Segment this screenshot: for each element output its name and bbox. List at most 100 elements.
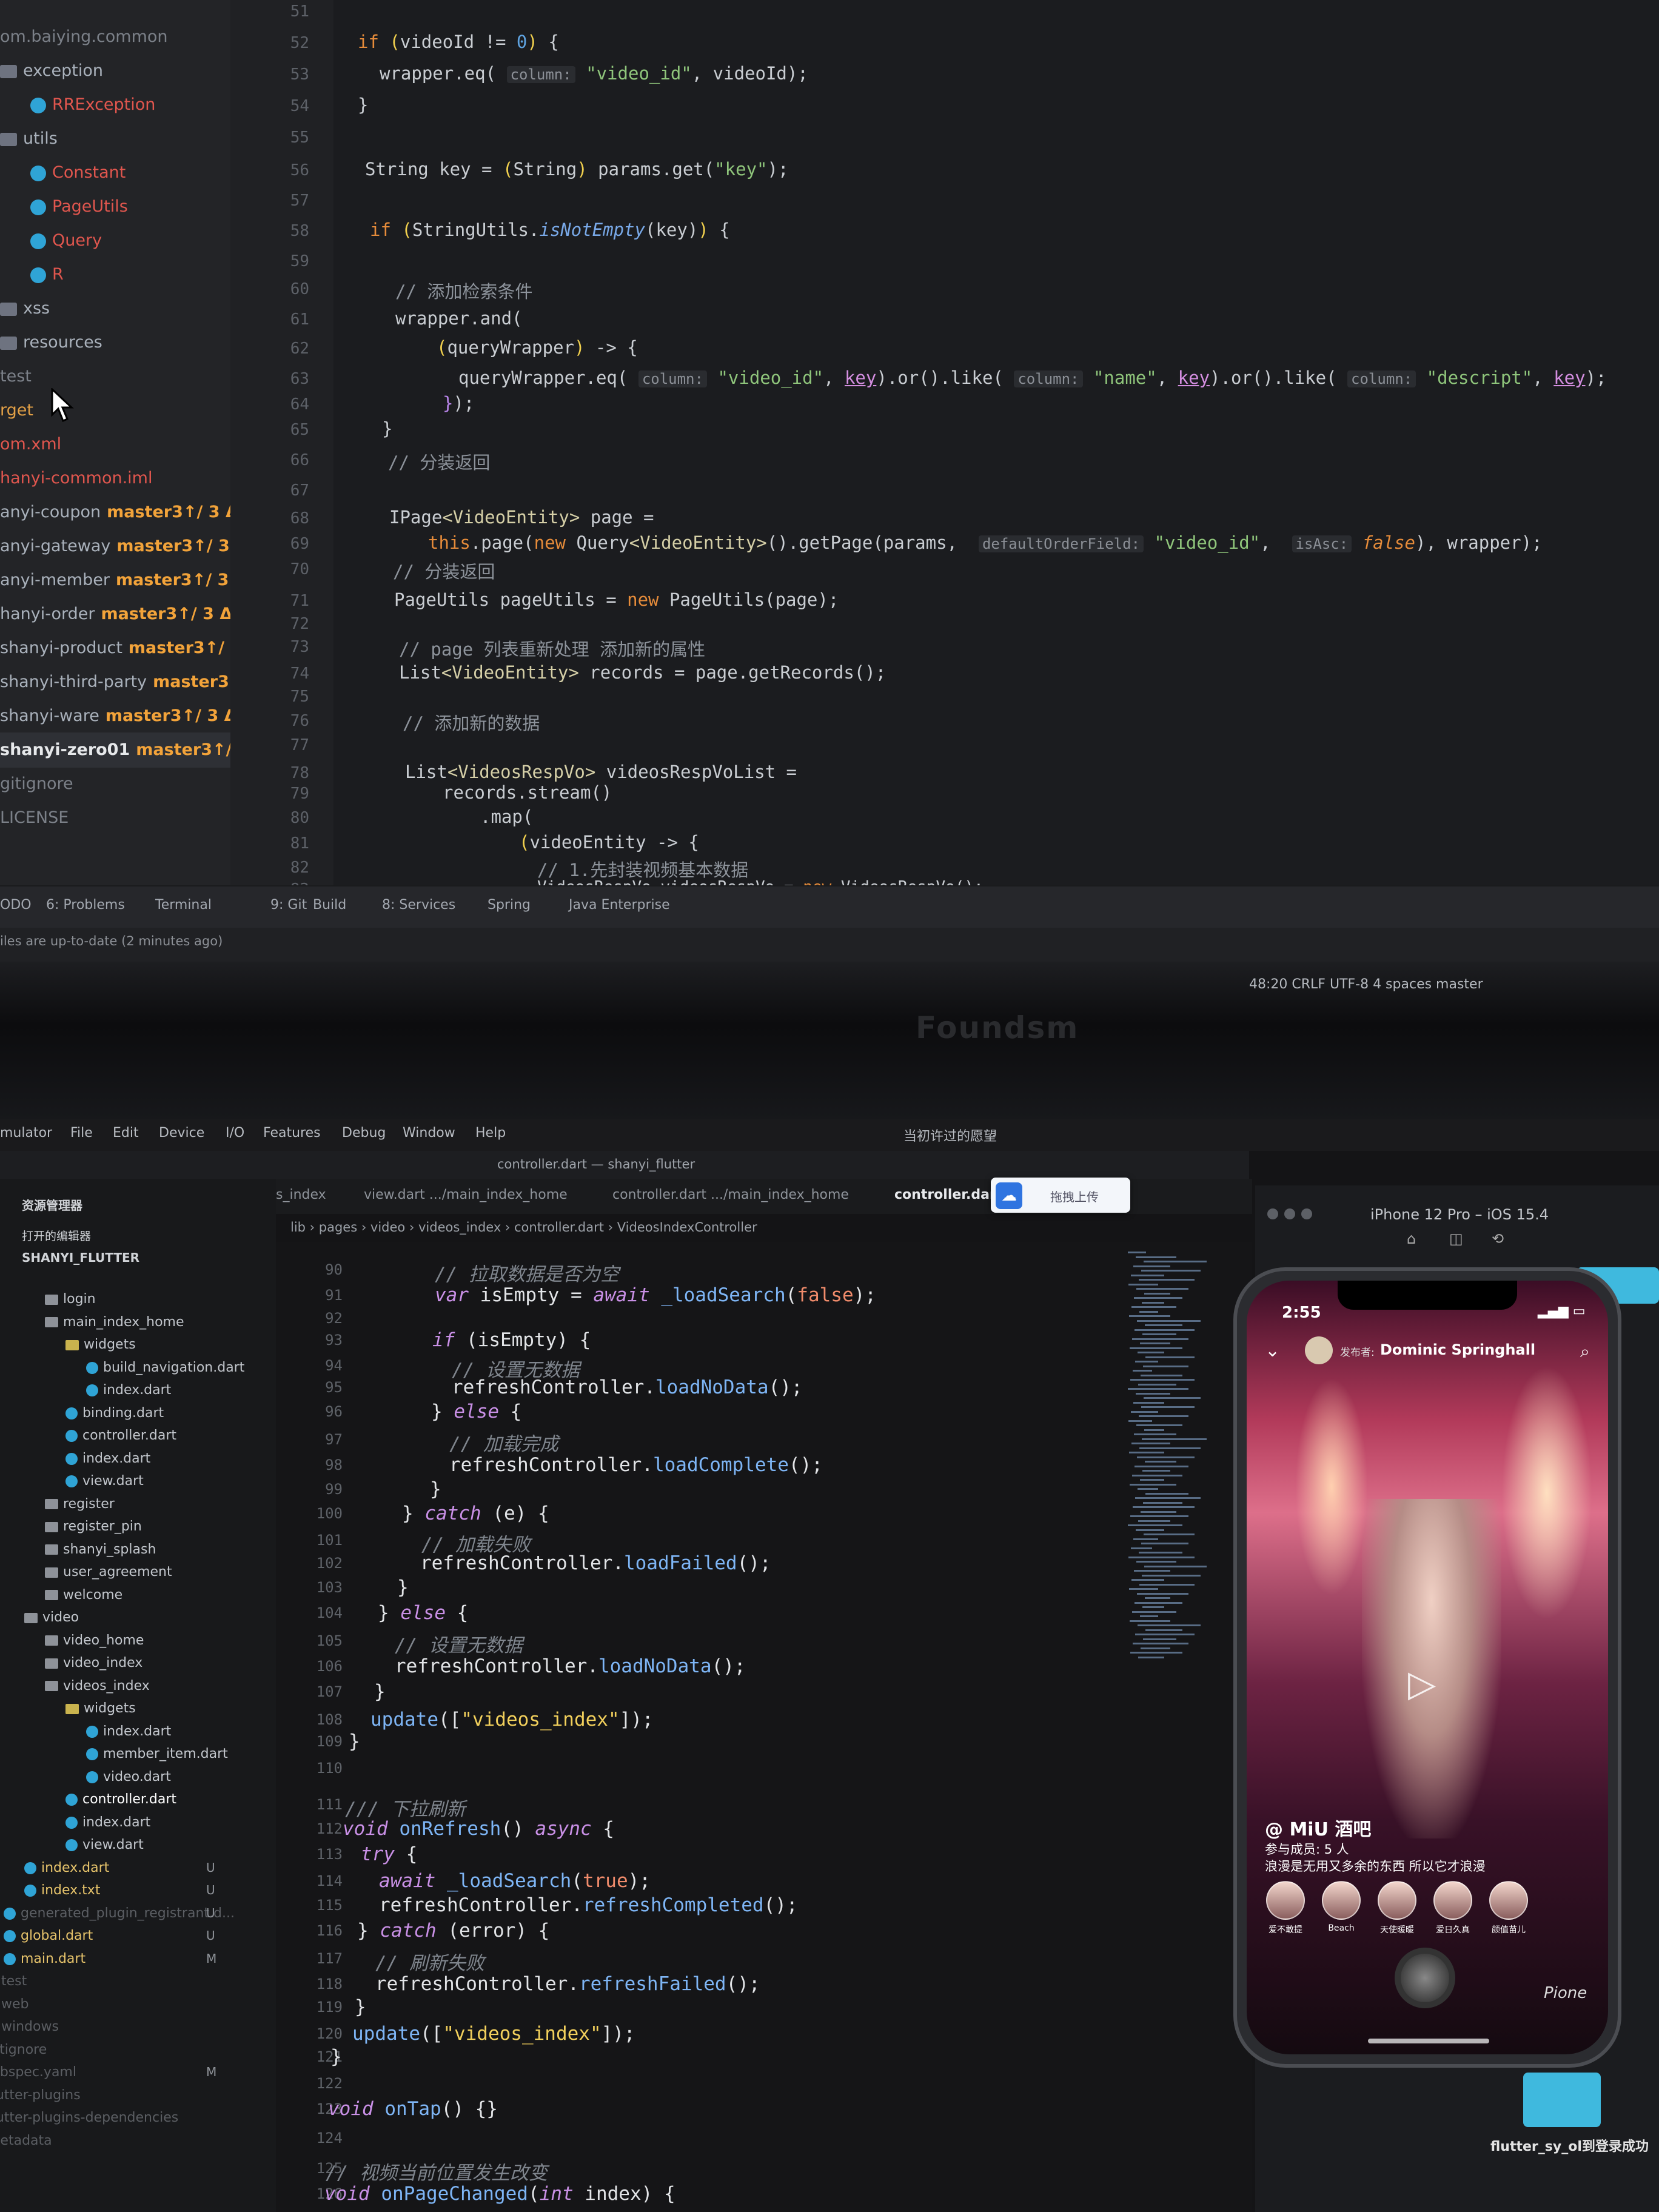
minimap-line (1133, 1401, 1164, 1404)
music-disc-icon[interactable] (1395, 1948, 1455, 2008)
explorer-item[interactable]: video_home (45, 1633, 144, 1648)
phone-screen[interactable]: 2:55 ▂▄▆ ▭ ⌄ 发布者: Dominic Springhall ⌕ ▷… (1247, 1281, 1608, 2054)
explorer-item[interactable]: widgets (65, 1701, 136, 1716)
menubar-item[interactable]: I/O (226, 1125, 244, 1141)
explorer-item[interactable]: video_index (45, 1655, 142, 1671)
menubar-item[interactable]: Debug (342, 1125, 386, 1141)
author-name[interactable]: Dominic Springhall (1380, 1341, 1535, 1358)
explorer-item[interactable]: index.dart (24, 1860, 109, 1875)
dart-line-109: } (349, 1731, 360, 1752)
breadcrumb[interactable]: lib › pages › video › videos_index › con… (276, 1214, 1252, 1242)
explorer-item[interactable]: controller.dart (65, 1792, 176, 1807)
member-item[interactable]: Beach (1317, 1881, 1366, 1933)
play-icon[interactable]: ▷ (1408, 1663, 1436, 1705)
editor-tab[interactable]: view.dart .../main_index_home (364, 1187, 568, 1202)
line-number: 78 (290, 764, 309, 782)
explorer-item[interactable]: controller.dart (65, 1428, 176, 1443)
upload-toast[interactable]: ☁ 拖拽上传 (991, 1178, 1130, 1213)
explorer-item-label: .flutter-plugins-dependencies (0, 2110, 179, 2125)
minimap-line (1128, 1556, 1195, 1558)
project-root[interactable]: SHANYI_FLUTTER (22, 1250, 139, 1265)
menubar-item[interactable]: Help (475, 1125, 506, 1141)
explorer-item[interactable]: generated_plugin_registrant.d... (4, 1906, 235, 1921)
explorer-item[interactable]: register (45, 1496, 115, 1512)
room-name[interactable]: @ MiU 酒吧 (1265, 1814, 1371, 1841)
explorer-item-label: pubspec.yaml (0, 2065, 76, 2080)
explorer-item[interactable]: global.dart (4, 1928, 93, 1943)
tool-window-button[interactable]: 6: Problems (46, 897, 125, 913)
explorer-item[interactable]: index.dart (86, 1724, 171, 1739)
code-line-66: // 分装返回 (388, 452, 491, 473)
java-editor[interactable]: if (videoId != 0) { wrapper.eq( column: … (340, 0, 1659, 896)
minimap-line (1134, 1465, 1188, 1467)
tool-window-button[interactable]: Spring (488, 897, 531, 913)
minimize-dot-icon[interactable] (1284, 1208, 1295, 1219)
explorer-item[interactable]: index.dart (65, 1451, 150, 1466)
close-dot-icon[interactable] (1267, 1208, 1278, 1219)
explorer-item[interactable]: videos_index (45, 1678, 150, 1694)
menubar-item[interactable]: Features (263, 1125, 321, 1141)
code-minimap[interactable] (1128, 1252, 1207, 1676)
member-item[interactable]: 颜值苗儿 (1484, 1881, 1533, 1936)
explorer-item[interactable]: index.dart (86, 1382, 171, 1398)
explorer-item[interactable]: windows (0, 2019, 59, 2034)
member-item[interactable]: 爱不敢提 (1261, 1881, 1310, 1936)
search-icon[interactable]: ⌕ (1580, 1341, 1590, 1362)
member-item[interactable]: 天使暖暖 (1373, 1881, 1421, 1936)
explorer-item[interactable]: .gitignore (0, 2042, 47, 2057)
explorer-item[interactable]: view.dart (65, 1473, 144, 1489)
explorer-item[interactable]: pubspec.yaml (0, 2065, 76, 2080)
explorer-item[interactable]: .flutter-plugins (0, 2088, 81, 2103)
explorer-item[interactable]: shanyi_splash (45, 1542, 156, 1557)
chevron-down-icon[interactable]: ⌄ (1265, 1340, 1280, 1361)
explorer-item[interactable]: user_agreement (45, 1564, 172, 1580)
explorer-item[interactable]: test (0, 1974, 27, 1989)
screenshot-icon[interactable]: ◫ (1449, 1230, 1463, 1247)
explorer-item[interactable]: register_pin (45, 1519, 142, 1534)
explorer-item[interactable]: login (45, 1292, 96, 1307)
tool-window-button[interactable]: ODO (0, 897, 32, 913)
explorer-item[interactable]: index.txt (24, 1883, 100, 1898)
line-number: 103 (316, 1579, 343, 1596)
code-line-65: } (382, 418, 393, 439)
minimap-line (1130, 1379, 1195, 1381)
zoom-dot-icon[interactable] (1301, 1208, 1312, 1219)
explorer-item[interactable]: index.dart (65, 1815, 150, 1830)
minimap-line (1138, 1656, 1164, 1658)
explorer-item[interactable]: welcome (45, 1587, 122, 1603)
breadcrumb-path[interactable]: lib › pages › video › videos_index › con… (290, 1220, 757, 1235)
member-item[interactable]: 爱日久真 (1429, 1881, 1477, 1936)
explorer-item[interactable]: main.dart (4, 1951, 85, 1966)
tool-window-button[interactable]: Terminal (155, 897, 212, 913)
explorer-item[interactable]: main_index_home (45, 1315, 184, 1330)
open-editors-section[interactable]: 打开的编辑器 (22, 1227, 91, 1244)
editor-tab[interactable]: controller.dart .../main_index_home (612, 1187, 849, 1202)
tool-window-button[interactable]: 9: Git (270, 897, 307, 913)
explorer-item[interactable]: view.dart (65, 1837, 144, 1852)
avatar[interactable] (1305, 1336, 1333, 1364)
explorer-item[interactable]: binding.dart (65, 1406, 164, 1421)
home-icon[interactable]: ⌂ (1407, 1230, 1416, 1247)
tool-window-button[interactable]: Build (313, 897, 346, 913)
explorer-item[interactable]: video.dart (86, 1769, 171, 1785)
explorer-item[interactable]: build_navigation.dart (86, 1360, 244, 1375)
explorer-item[interactable]: web (0, 1997, 29, 2012)
explorer-item[interactable]: widgets (65, 1337, 136, 1352)
explorer-item[interactable]: member_item.dart (86, 1746, 228, 1761)
menubar-item[interactable]: Edit (113, 1125, 139, 1141)
minimap-line (1138, 1624, 1201, 1626)
rotate-icon[interactable]: ⟲ (1492, 1230, 1504, 1247)
tool-window-button[interactable]: Java Enterprise (569, 897, 670, 913)
explorer-item[interactable]: .flutter-plugins-dependencies (0, 2110, 178, 2125)
explorer-item[interactable]: video (24, 1610, 79, 1625)
wifi-battery-icon: ▂▄▆ ▭ (1538, 1304, 1586, 1319)
menubar-item[interactable]: Device (159, 1125, 204, 1141)
editor-tab[interactable]: s_index (276, 1187, 326, 1202)
menubar-item[interactable]: File (70, 1125, 93, 1141)
menubar-item[interactable]: mulator (0, 1125, 52, 1141)
menubar-item[interactable]: Window (403, 1125, 455, 1141)
explorer-item-label: windows (1, 2019, 59, 2034)
tool-window-button[interactable]: 8: Services (382, 897, 455, 913)
explorer-item[interactable]: .metadata (0, 2133, 52, 2148)
dart-editor[interactable]: 90 91 92 93 94 95 96 97 98 99 100 101 102 103 104 105 10… (276, 1242, 1252, 2212)
